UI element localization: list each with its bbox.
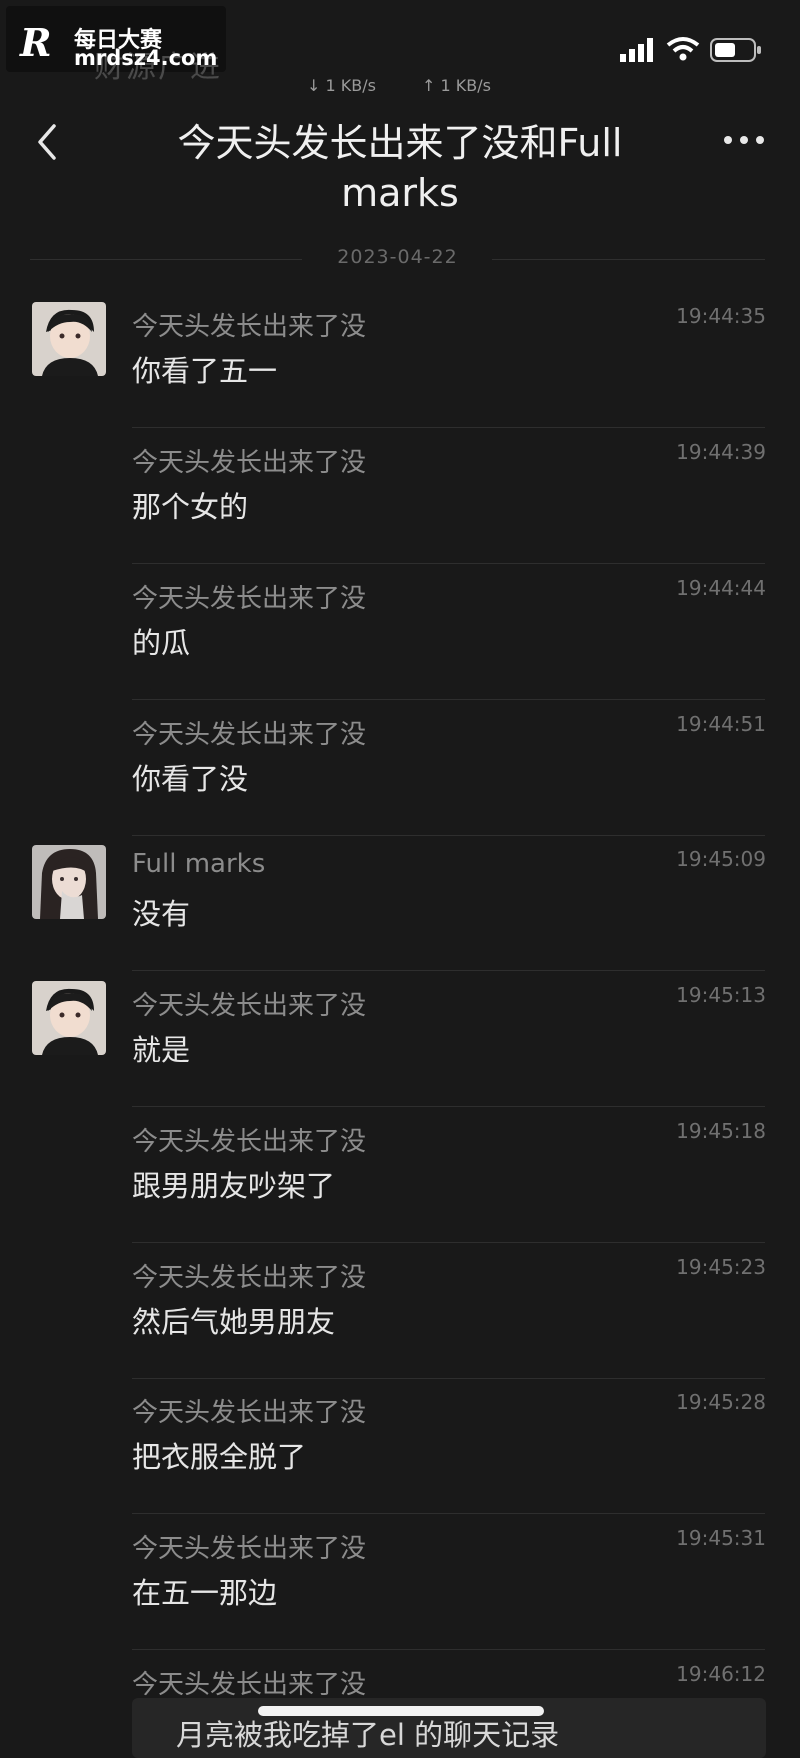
download-speed: ↓ 1 KB/s	[307, 76, 376, 95]
avatar-boy-icon	[32, 302, 106, 376]
message-item[interactable]: 今天头发长出来了没 19:45:28 把衣服全脱了	[0, 1378, 800, 1514]
message-text: 把衣服全脱了	[132, 1440, 307, 1474]
avatar-boy-icon	[32, 981, 106, 1055]
message-sender: 今天头发长出来了没	[132, 584, 367, 614]
message-sender: 今天头发长出来了没	[132, 1534, 367, 1564]
message-sender: 今天头发长出来了没	[132, 1670, 367, 1700]
message-text: 的瓜	[132, 626, 191, 660]
message-item[interactable]: 今天头发长出来了没 19:44:39 那个女的	[0, 428, 800, 564]
message-item[interactable]: 今天头发长出来了没 19:45:13 就是	[0, 971, 800, 1107]
message-text: 跟男朋友吵架了	[132, 1169, 336, 1203]
message-text: 你看了没	[132, 762, 249, 796]
avatar-girl-icon	[32, 845, 106, 919]
message-time: 19:45:31	[676, 1526, 766, 1550]
avatar-user-a[interactable]	[32, 302, 106, 376]
message-time: 19:45:18	[676, 1119, 766, 1143]
message-sender: 今天头发长出来了没	[132, 312, 367, 342]
message-time: 19:44:51	[676, 712, 766, 736]
message-sender: 今天头发长出来了没	[132, 1398, 367, 1428]
wifi-icon	[666, 37, 700, 61]
message-item[interactable]: 今天头发长出来了没 19:45:31 在五一那边	[0, 1514, 800, 1650]
message-time: 19:45:23	[676, 1255, 766, 1279]
message-sender: 今天头发长出来了没	[132, 1263, 367, 1293]
message-text: 然后气她男朋友	[132, 1305, 336, 1339]
avatar-user-a[interactable]	[32, 981, 106, 1055]
date-divider: 2023-04-22	[30, 240, 765, 280]
message-sender: 今天头发长出来了没	[132, 720, 367, 750]
message-item[interactable]: 今天头发长出来了没 19:45:18 跟男朋友吵架了	[0, 1107, 800, 1243]
message-text: 在五一那边	[132, 1576, 278, 1610]
chat-history-card-title: 月亮被我吃掉了el 的聊天记录	[176, 1718, 560, 1752]
watermark-logo: 财源广进 R 每日大赛 mrdsz4.com	[6, 6, 226, 85]
battery-icon	[710, 38, 761, 62]
chat-title: 今天头发长出来了没和Full marks	[177, 121, 623, 215]
message-time: 19:44:44	[676, 576, 766, 600]
back-chevron-icon[interactable]	[30, 122, 66, 162]
cellular-signal-icon	[620, 38, 653, 62]
message-item[interactable]: 今天头发长出来了没 19:44:35 你看了五一	[0, 292, 800, 428]
message-item[interactable]: Full marks 19:45:09 没有	[0, 835, 800, 971]
message-time: 19:45:09	[676, 847, 766, 871]
message-sender: 今天头发长出来了没	[132, 991, 367, 1021]
status-bar: 财源广进 R 每日大赛 mrdsz4.com ↓ 1 KB/s ↑ 1 KB/s	[0, 0, 800, 100]
home-indicator[interactable]	[258, 1706, 544, 1716]
message-time: 19:44:39	[676, 440, 766, 464]
message-time: 19:44:35	[676, 304, 766, 328]
date-text: 2023-04-22	[337, 246, 458, 268]
message-item[interactable]: 今天头发长出来了没 19:45:23 然后气她男朋友	[0, 1243, 800, 1379]
message-time: 19:45:13	[676, 983, 766, 1007]
message-text: 就是	[132, 1033, 191, 1067]
avatar-user-b[interactable]	[32, 845, 106, 919]
message-text: 没有	[132, 897, 191, 931]
watermark-site: mrdsz4.com	[74, 46, 218, 70]
upload-speed: ↑ 1 KB/s	[422, 76, 491, 95]
message-item[interactable]: 今天头发长出来了没 19:44:44 的瓜	[0, 564, 800, 700]
message-sender: Full marks	[132, 849, 266, 879]
message-time: 19:45:28	[676, 1390, 766, 1414]
more-options-icon[interactable]	[722, 130, 766, 150]
message-text: 那个女的	[132, 490, 249, 524]
message-sender: 今天头发长出来了没	[132, 1127, 367, 1157]
message-text: 你看了五一	[132, 354, 278, 388]
message-item[interactable]: 今天头发长出来了没 19:44:51 你看了没	[0, 700, 800, 836]
message-sender: 今天头发长出来了没	[132, 448, 367, 478]
message-time: 19:46:12	[676, 1662, 766, 1686]
watermark-r-icon: R	[20, 20, 52, 65]
